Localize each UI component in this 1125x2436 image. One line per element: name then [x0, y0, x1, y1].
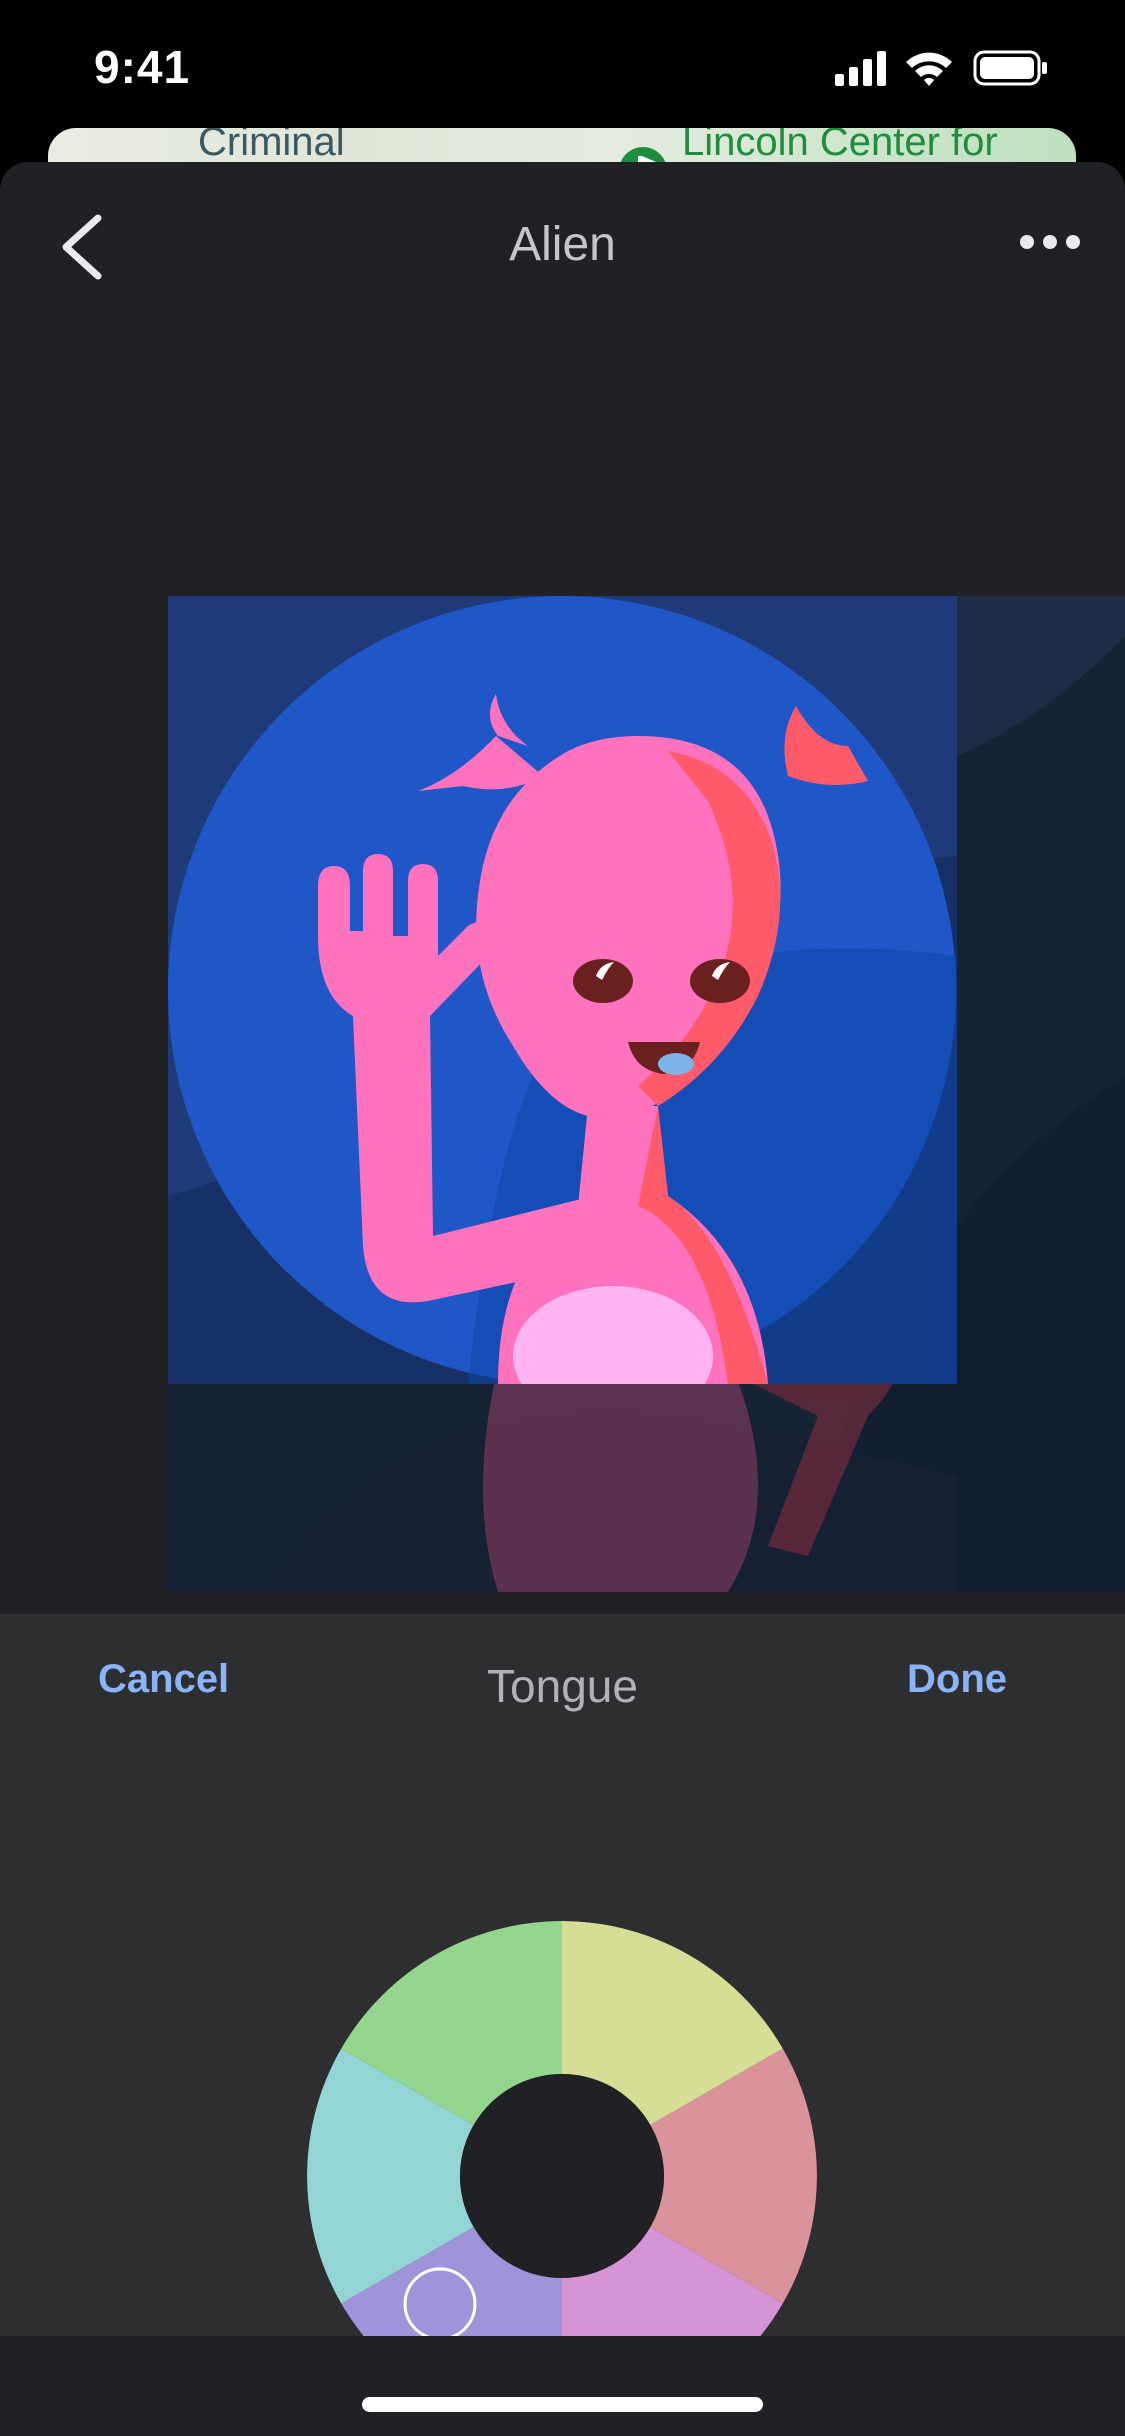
color-wheel-center — [460, 2074, 664, 2278]
home-area — [0, 2336, 1125, 2436]
map-label-left: Criminal — [198, 128, 345, 164]
cellular-signal-icon — [835, 51, 886, 86]
alien-tongue[interactable] — [658, 1053, 694, 1075]
status-icons — [835, 50, 1047, 86]
status-time: 9:41 — [94, 41, 191, 93]
more-horizontal-icon — [1020, 235, 1080, 249]
crop-area — [168, 596, 957, 1384]
battery-icon — [973, 50, 1047, 86]
avatar-canvas[interactable] — [168, 596, 1125, 1592]
avatar-editor-sheet: Alien Cancel Tongue Done — [0, 162, 1125, 2436]
more-options-button[interactable] — [1015, 222, 1085, 262]
wifi-icon — [906, 52, 952, 86]
status-bar: 9:41 — [0, 0, 1125, 130]
alien-left-eye — [573, 959, 633, 1003]
map-label-right: Lincoln Center for — [682, 128, 998, 164]
done-button[interactable]: Done — [907, 1657, 1007, 1702]
home-indicator[interactable] — [362, 2397, 763, 2412]
alien-illustration — [168, 596, 1125, 1592]
page-title: Alien — [509, 218, 616, 271]
